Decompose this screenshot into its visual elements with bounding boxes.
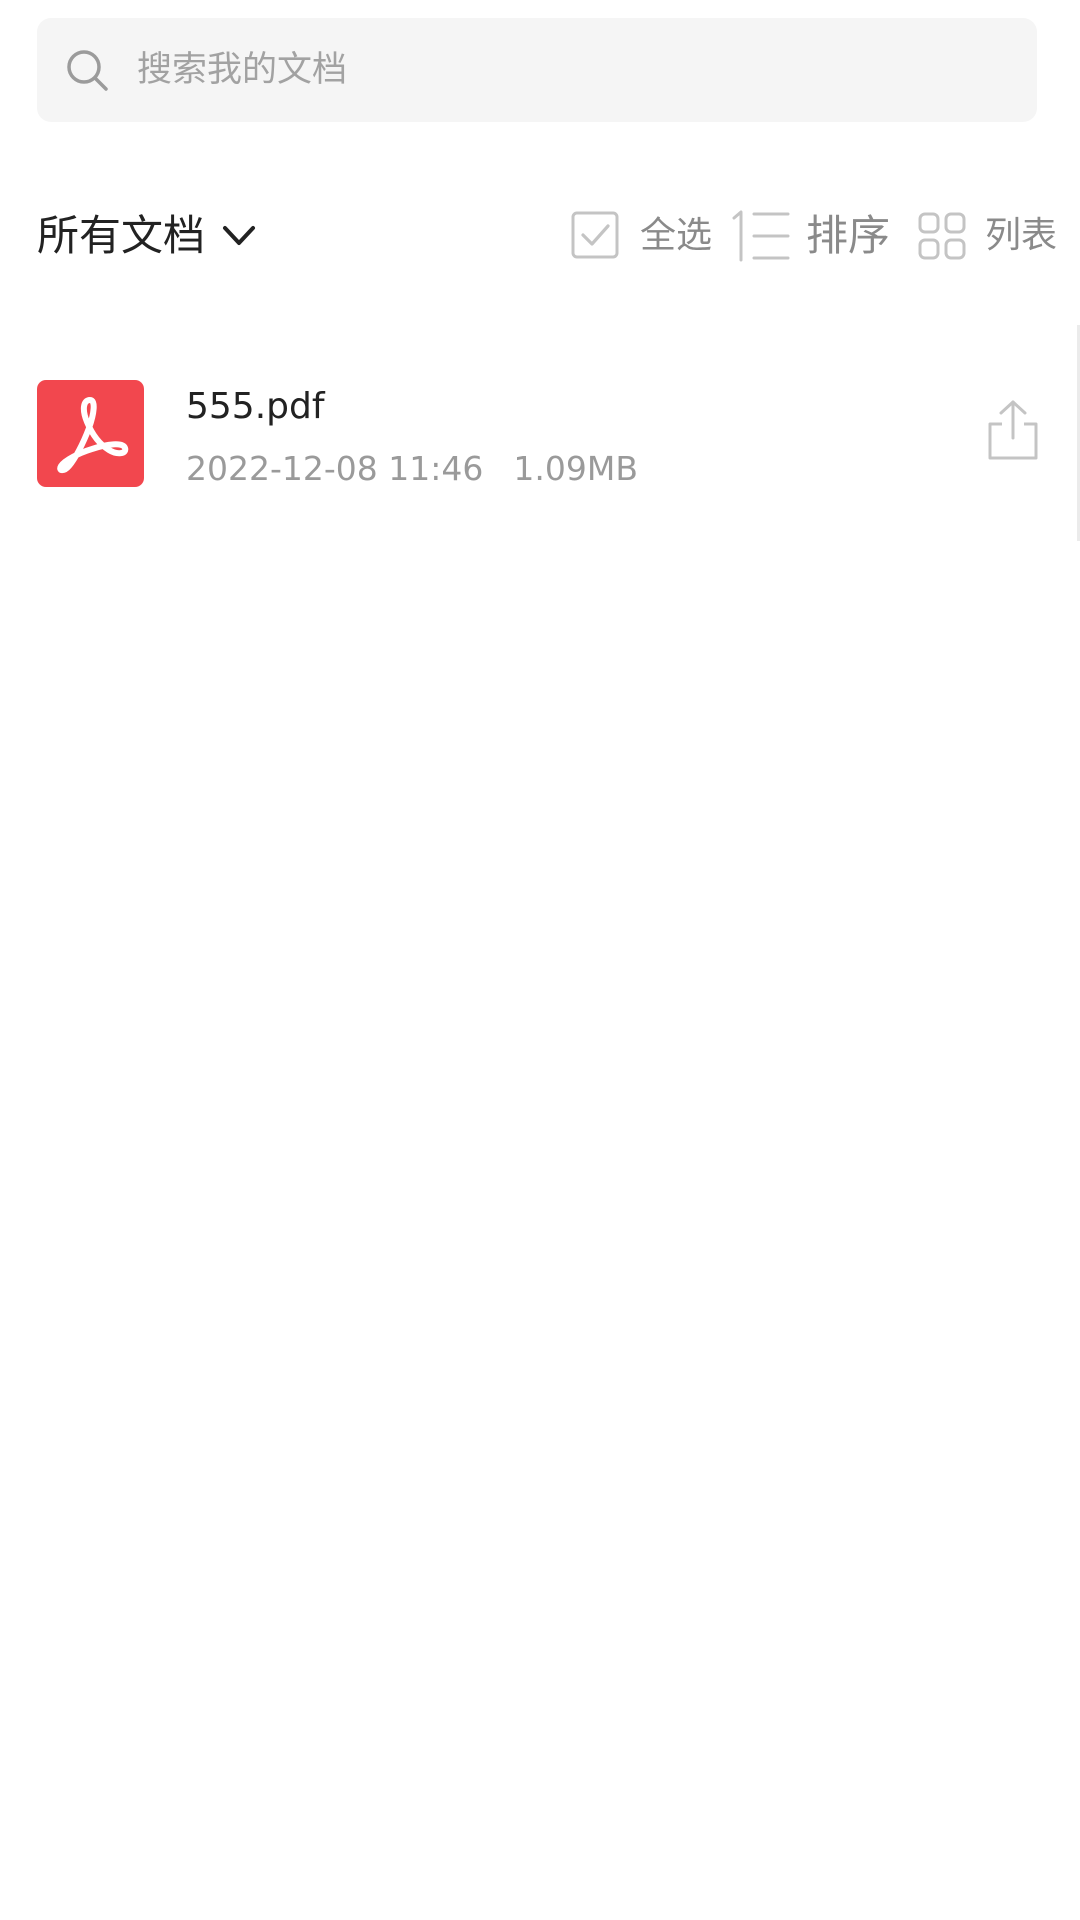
checkbox-icon bbox=[571, 211, 619, 259]
file-meta: 2022-12-08 11:46 1.09MB bbox=[186, 446, 638, 492]
select-all-button[interactable]: 全选 bbox=[570, 200, 712, 272]
file-size: 1.09MB bbox=[513, 449, 638, 488]
document-filter-dropdown[interactable]: 所有文档 bbox=[37, 200, 259, 272]
pdf-icon bbox=[37, 380, 144, 487]
view-mode-button[interactable]: 列表 bbox=[917, 200, 1057, 272]
view-mode-label: 列表 bbox=[985, 215, 1058, 256]
sort-label: 排序 bbox=[806, 211, 891, 260]
search-icon bbox=[67, 50, 108, 91]
grid-icon bbox=[918, 212, 966, 260]
file-name: 555.pdf bbox=[186, 386, 325, 427]
sort-button[interactable]: 排序 bbox=[728, 200, 890, 272]
search-input[interactable]: 搜索我的文档 bbox=[137, 18, 347, 122]
share-icon[interactable] bbox=[984, 398, 1042, 462]
sort-icon bbox=[732, 210, 790, 262]
list-item[interactable]: 555.pdf 2022-12-08 11:46 1.09MB bbox=[0, 362, 1080, 504]
toolbar: 所有文档 全选 排序 列表 bbox=[0, 200, 1080, 272]
filter-label: 所有文档 bbox=[37, 211, 206, 260]
select-all-label: 全选 bbox=[640, 215, 713, 256]
file-date: 2022-12-08 11:46 bbox=[186, 449, 484, 488]
chevron-down-icon bbox=[223, 226, 256, 245]
search-bar[interactable]: 搜索我的文档 bbox=[37, 18, 1037, 122]
